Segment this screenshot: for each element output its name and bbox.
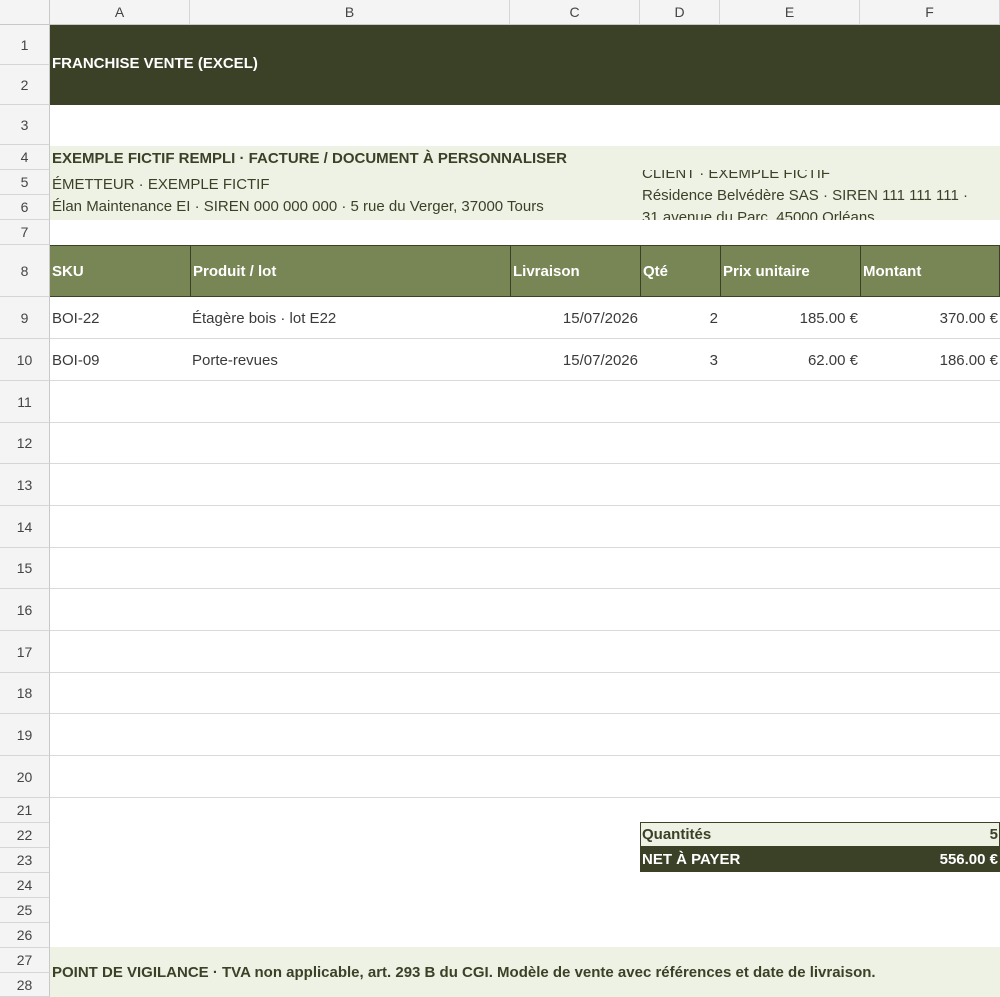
sheet-title: FRANCHISE VENTE (EXCEL) — [52, 55, 258, 72]
row-header-17[interactable]: 17 — [0, 631, 50, 673]
cell-sku[interactable]: BOI-09 — [52, 352, 100, 369]
cell-prix-unitaire[interactable]: 62.00 € — [720, 352, 858, 369]
row-divider — [50, 672, 1000, 673]
row-header-4[interactable]: 4 — [0, 145, 50, 170]
subtitle-text: EXEMPLE FICTIF REMPLI · FACTURE / DOCUME… — [52, 150, 568, 167]
row-header-18[interactable]: 18 — [0, 673, 50, 714]
row-divider — [50, 755, 1000, 756]
row-header-24[interactable]: 24 — [0, 873, 50, 898]
row-header-21[interactable]: 21 — [0, 798, 50, 823]
footer-note: POINT DE VIGILANCE · TVA non applicable,… — [52, 964, 876, 981]
row-header-20[interactable]: 20 — [0, 756, 50, 798]
header-livraison[interactable]: Livraison — [510, 245, 640, 297]
header-sku[interactable]: SKU — [50, 245, 190, 297]
row-header-26[interactable]: 26 — [0, 923, 50, 948]
row-header-16[interactable]: 16 — [0, 589, 50, 631]
header-prix-unitaire[interactable]: Prix unitaire — [720, 245, 860, 297]
net-value[interactable]: 556.00 € — [860, 851, 998, 868]
row-header-12[interactable]: 12 — [0, 423, 50, 464]
issuer-label: ÉMETTEUR · EXEMPLE FICTIF — [52, 176, 270, 193]
row-divider — [50, 713, 1000, 714]
row-divider — [50, 422, 1000, 423]
header-montant[interactable]: Montant — [860, 245, 1000, 297]
row-header-7[interactable]: 7 — [0, 220, 50, 245]
header-qte[interactable]: Qté — [640, 245, 720, 297]
cell-livraison[interactable]: 15/07/2026 — [510, 310, 638, 327]
cell-produit[interactable]: Étagère bois · lot E22 — [192, 310, 336, 327]
row-header-14[interactable]: 14 — [0, 506, 50, 548]
row-divider — [50, 380, 1000, 381]
row-header-8[interactable]: 8 — [0, 245, 50, 297]
quantities-value[interactable]: 5 — [860, 826, 998, 843]
cell-montant[interactable]: 186.00 € — [860, 352, 998, 369]
row-header-2[interactable]: 2 — [0, 65, 50, 105]
row-header-9[interactable]: 9 — [0, 297, 50, 339]
header-produit[interactable]: Produit / lot — [190, 245, 510, 297]
client-block[interactable]: CLIENT · EXEMPLE FICTIF Résidence Belvéd… — [640, 170, 1000, 220]
select-all-corner[interactable] — [0, 0, 50, 25]
row-header-27[interactable]: 27 — [0, 948, 50, 973]
net-label: NET À PAYER — [642, 851, 741, 868]
row-header-11[interactable]: 11 — [0, 381, 50, 423]
row-divider — [50, 630, 1000, 631]
row-header-10[interactable]: 10 — [0, 339, 50, 381]
client-label: CLIENT · EXEMPLE FICTIF — [642, 170, 831, 182]
row-header-25[interactable]: 25 — [0, 898, 50, 923]
row-header-6[interactable]: 6 — [0, 195, 50, 220]
row-header-19[interactable]: 19 — [0, 714, 50, 756]
cell-produit[interactable]: Porte-revues — [192, 352, 278, 369]
row-header-13[interactable]: 13 — [0, 464, 50, 506]
row-divider — [50, 797, 1000, 798]
row-header-23[interactable]: 23 — [0, 848, 50, 873]
cell-prix-unitaire[interactable]: 185.00 € — [720, 310, 858, 327]
cell-qte[interactable]: 3 — [640, 352, 718, 369]
cell-qte[interactable]: 2 — [640, 310, 718, 327]
client-line-1: Résidence Belvédère SAS · SIREN 111 111 … — [642, 187, 969, 204]
column-header-b[interactable]: B — [190, 0, 510, 25]
row-header-5[interactable]: 5 — [0, 170, 50, 195]
column-header-d[interactable]: D — [640, 0, 720, 25]
column-header-c[interactable]: C — [510, 0, 640, 25]
row-header-1[interactable]: 1 — [0, 25, 50, 65]
row-divider — [50, 338, 1000, 339]
row-divider — [50, 588, 1000, 589]
client-line-2: 31 avenue du Parc, 45000 Orléans — [642, 209, 875, 220]
column-header-e[interactable]: E — [720, 0, 860, 25]
column-header-a[interactable]: A — [50, 0, 190, 25]
cell-montant[interactable]: 370.00 € — [860, 310, 998, 327]
cell-livraison[interactable]: 15/07/2026 — [510, 352, 638, 369]
row-header-28[interactable]: 28 — [0, 973, 50, 997]
row-header-22[interactable]: 22 — [0, 823, 50, 848]
cell-sku[interactable]: BOI-22 — [52, 310, 100, 327]
row-divider — [50, 463, 1000, 464]
row-header-15[interactable]: 15 — [0, 548, 50, 589]
row-header-3[interactable]: 3 — [0, 105, 50, 145]
quantities-label: Quantités — [642, 826, 712, 843]
column-header-f[interactable]: F — [860, 0, 1000, 25]
row-divider — [50, 505, 1000, 506]
issuer-details: Élan Maintenance EI · SIREN 000 000 000 … — [52, 198, 544, 215]
row-divider — [50, 547, 1000, 548]
